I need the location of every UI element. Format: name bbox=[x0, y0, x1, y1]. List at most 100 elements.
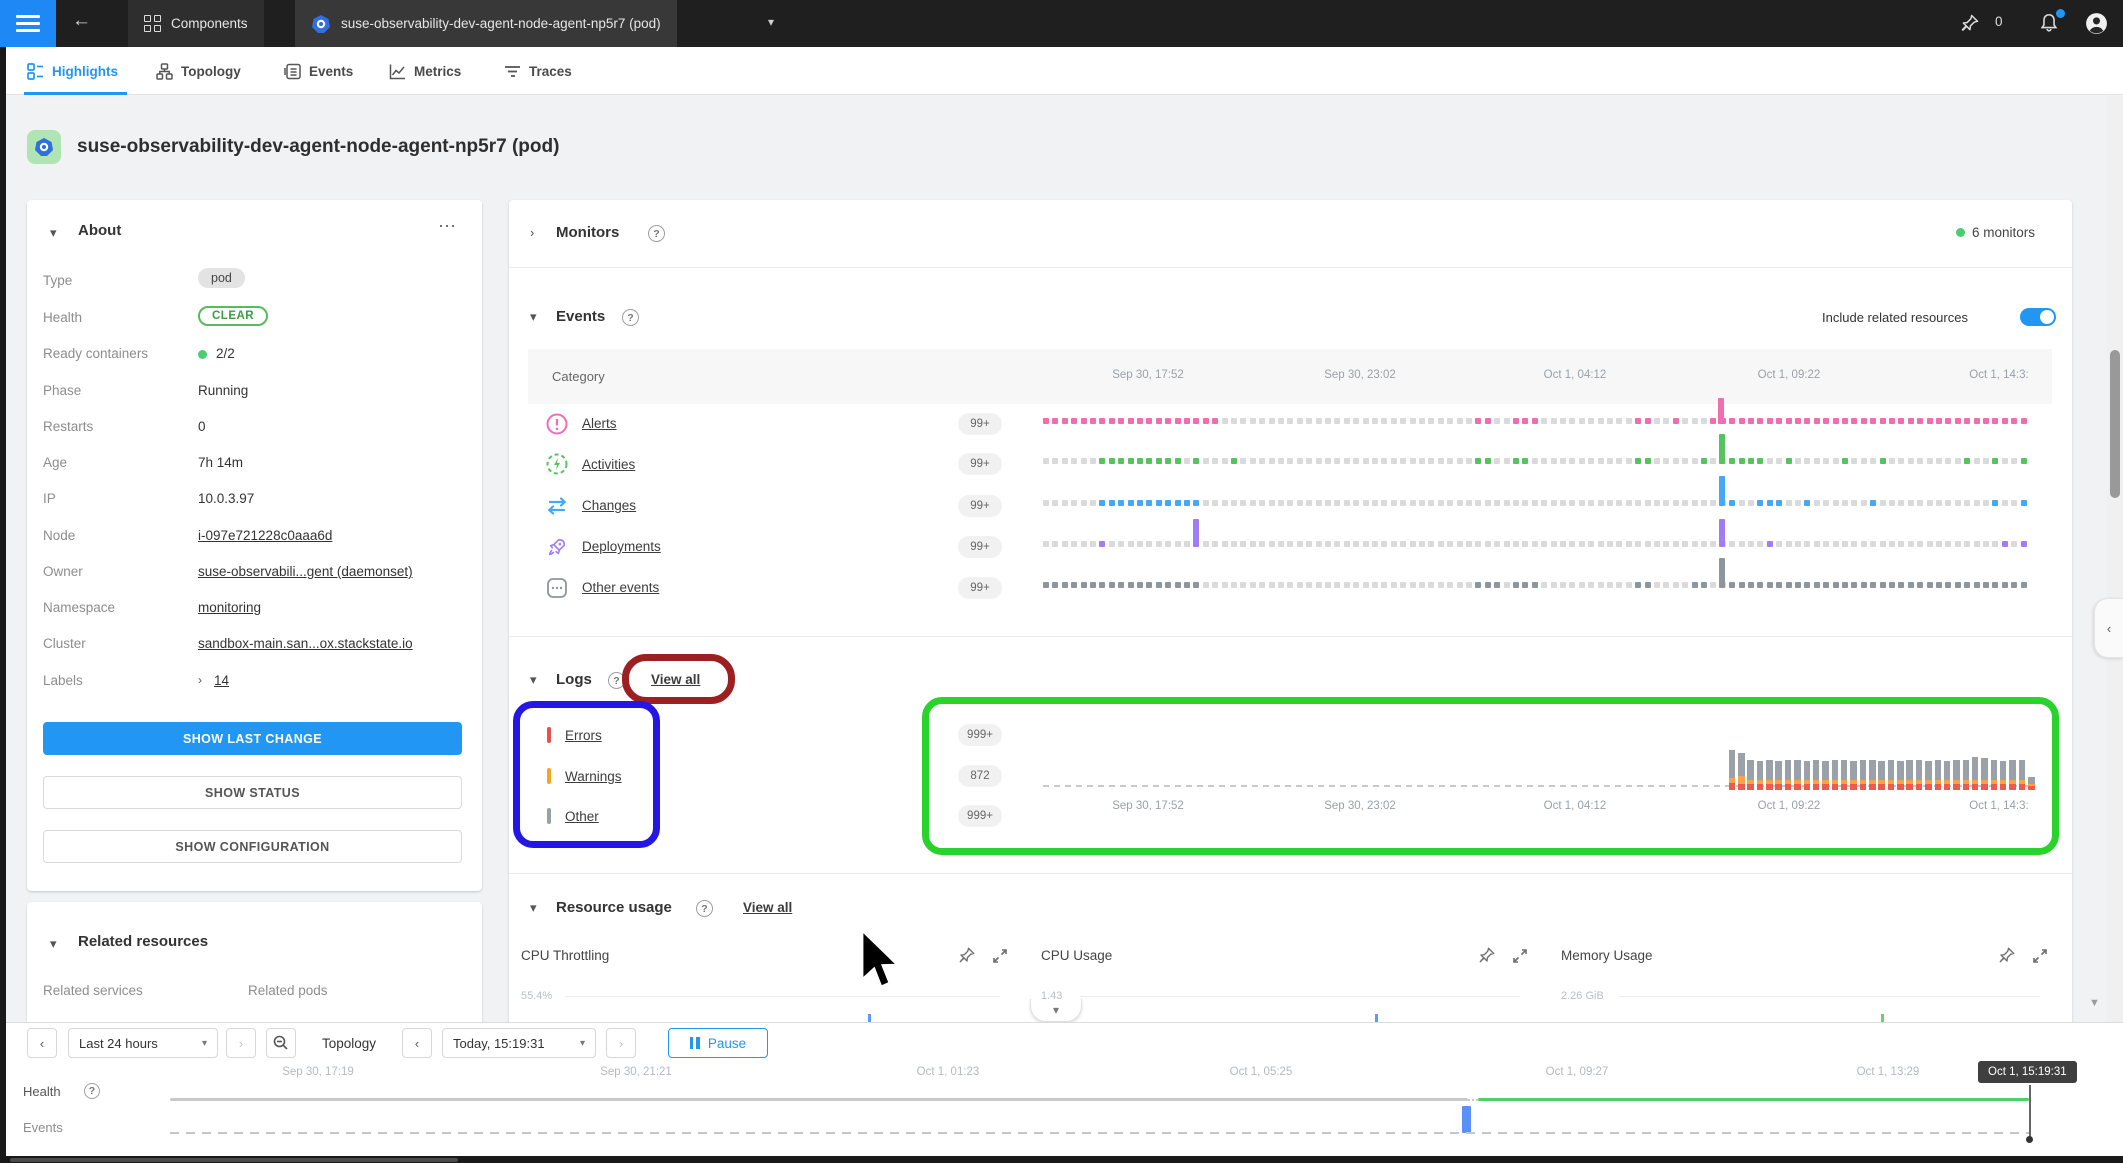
deployments-icon bbox=[546, 536, 568, 558]
show-configuration-button[interactable]: SHOW CONFIGURATION bbox=[43, 830, 462, 863]
monitors-expand-chevron-icon[interactable]: › bbox=[530, 225, 534, 240]
logs-chart[interactable] bbox=[1043, 742, 2031, 790]
changes-timeline[interactable] bbox=[1043, 480, 2031, 514]
horizontal-scrollbar-thumb[interactable] bbox=[10, 1158, 458, 1162]
cluster-link[interactable]: sandbox-main.san...ox.stackstate.io bbox=[198, 636, 413, 651]
cpu-usage-pin-icon[interactable] bbox=[1478, 946, 1496, 964]
divider bbox=[509, 267, 2072, 268]
tab-highlights[interactable]: Highlights bbox=[27, 47, 118, 95]
pin-icon[interactable] bbox=[1960, 13, 1980, 33]
resource-help-icon[interactable]: ? bbox=[696, 900, 713, 917]
node-link[interactable]: i-097e721228c0aaa6d bbox=[198, 528, 332, 543]
logs-other-link[interactable]: Other bbox=[565, 809, 599, 824]
related-collapse-chevron-icon[interactable]: ▾ bbox=[50, 936, 57, 952]
other-events-link[interactable]: Other events bbox=[582, 580, 659, 595]
memory-usage-series-start bbox=[1881, 1014, 1884, 1022]
resource-view-all-link[interactable]: View all bbox=[743, 900, 792, 915]
cpu-throttling-expand-icon[interactable] bbox=[992, 948, 1008, 964]
activities-timeline[interactable] bbox=[1043, 438, 2031, 472]
range-forward-button[interactable]: › bbox=[226, 1028, 256, 1058]
events-timeline-dashed[interactable] bbox=[170, 1132, 2030, 1134]
tab-events-label: Events bbox=[309, 64, 353, 79]
event-marker-bar[interactable] bbox=[1462, 1106, 1471, 1133]
events-help-icon[interactable]: ? bbox=[622, 309, 639, 326]
other-bar-icon bbox=[547, 808, 551, 824]
tab-metrics[interactable]: Metrics bbox=[389, 47, 461, 95]
include-related-toggle[interactable] bbox=[2020, 308, 2056, 326]
time-forward-button[interactable]: › bbox=[606, 1028, 636, 1058]
monitors-help-icon[interactable]: ? bbox=[648, 225, 665, 242]
axis-tick-label: Oct 1, 09:22 bbox=[1758, 800, 1821, 812]
memory-usage-expand-icon[interactable] bbox=[2032, 948, 2048, 964]
memory-usage-pin-icon[interactable] bbox=[1998, 946, 2016, 964]
other-events-timeline[interactable] bbox=[1043, 562, 2031, 596]
log-bar-error bbox=[1832, 784, 1839, 790]
timeline-cursor-line[interactable] bbox=[2029, 1085, 2031, 1140]
axis-tick-label: Sep 30, 17:52 bbox=[1112, 800, 1184, 812]
events-row-label: Events bbox=[23, 1120, 63, 1135]
cpu-throttling-series-start bbox=[868, 1014, 871, 1022]
pod-hexagon-icon bbox=[34, 137, 54, 157]
vertical-scrollbar-track[interactable] bbox=[2107, 95, 2123, 1022]
events-collapse-chevron-icon[interactable]: ▾ bbox=[530, 309, 537, 325]
side-panel-expand-tab[interactable]: ‹ bbox=[2094, 598, 2123, 658]
tab-traces[interactable]: Traces bbox=[504, 47, 572, 95]
user-avatar-icon[interactable] bbox=[2084, 11, 2109, 36]
deployments-timeline[interactable] bbox=[1043, 521, 2031, 555]
deployments-link[interactable]: Deployments bbox=[582, 539, 661, 554]
current-time-dropdown[interactable]: Today, 15:19:31▾ bbox=[442, 1028, 596, 1058]
health-row-label: Health bbox=[23, 1084, 61, 1099]
log-bar-error bbox=[1841, 784, 1848, 790]
alerts-link[interactable]: Alerts bbox=[582, 416, 617, 431]
tab-entity[interactable]: suse-observability-dev-agent-node-agent-… bbox=[295, 0, 677, 47]
cpu-throttling-title: CPU Throttling bbox=[521, 948, 609, 963]
cpu-usage-expand-icon[interactable] bbox=[1512, 948, 1528, 964]
namespace-link[interactable]: monitoring bbox=[198, 600, 261, 615]
changes-link[interactable]: Changes bbox=[582, 498, 636, 513]
about-collapse-chevron-icon[interactable]: ▾ bbox=[50, 225, 57, 241]
tab-topology[interactable]: Topology bbox=[156, 47, 241, 95]
health-timeline-gray[interactable] bbox=[170, 1098, 1468, 1101]
log-bar-error bbox=[1953, 784, 1960, 790]
vertical-scrollbar-thumb[interactable] bbox=[2110, 350, 2120, 498]
resource-collapse-chevron-icon[interactable]: ▾ bbox=[530, 900, 537, 916]
show-status-button[interactable]: SHOW STATUS bbox=[43, 776, 462, 809]
logs-view-all-link[interactable]: View all bbox=[651, 672, 700, 687]
owner-link[interactable]: suse-observabili...gent (daemonset) bbox=[198, 564, 413, 579]
about-more-options-button[interactable]: ⋯ bbox=[438, 216, 458, 237]
logs-errors-link[interactable]: Errors bbox=[565, 728, 602, 743]
logs-help-icon[interactable]: ? bbox=[608, 672, 625, 689]
timeline-collapse-handle[interactable]: ▾ bbox=[1030, 999, 1082, 1022]
tab-events[interactable]: Events bbox=[284, 47, 353, 95]
show-last-change-button[interactable]: SHOW LAST CHANGE bbox=[43, 722, 462, 755]
hamburger-menu-button[interactable] bbox=[0, 0, 56, 47]
log-bar-error bbox=[1935, 784, 1942, 790]
log-bar-error bbox=[1906, 784, 1913, 790]
log-bar-error bbox=[1897, 784, 1904, 790]
health-timeline-green[interactable] bbox=[1478, 1098, 2029, 1101]
labels-count-link[interactable]: 14 bbox=[214, 673, 229, 688]
about-label-owner: Owner bbox=[43, 564, 83, 579]
time-range-dropdown[interactable]: Last 24 hours▾ bbox=[68, 1028, 218, 1058]
tab-dropdown-chevron-icon[interactable]: ▾ bbox=[768, 15, 774, 29]
other-events-count-badge: 99+ bbox=[958, 577, 1002, 599]
log-bar-error bbox=[1925, 784, 1932, 790]
cpu-throttling-pin-icon[interactable] bbox=[958, 946, 976, 964]
activities-link[interactable]: Activities bbox=[582, 457, 635, 472]
health-help-icon[interactable]: ? bbox=[84, 1083, 100, 1099]
log-bar-warning bbox=[1738, 776, 1745, 784]
pause-button[interactable]: Pause bbox=[668, 1028, 768, 1058]
timebar-axis: Sep 30, 17:19Sep 30, 21:21Oct 1, 01:23Oc… bbox=[170, 1066, 2030, 1084]
time-back-button[interactable]: ‹ bbox=[402, 1028, 432, 1058]
about-label-type: Type bbox=[43, 273, 72, 288]
back-button[interactable]: ← bbox=[72, 10, 91, 32]
tab-components[interactable]: Components bbox=[128, 0, 264, 47]
range-back-button[interactable]: ‹ bbox=[27, 1028, 57, 1058]
zoom-out-button[interactable] bbox=[266, 1028, 296, 1058]
logs-warnings-link[interactable]: Warnings bbox=[565, 769, 622, 784]
alerts-timeline[interactable] bbox=[1043, 398, 2031, 432]
labels-expand-chevron-icon[interactable]: › bbox=[198, 673, 202, 687]
logs-collapse-chevron-icon[interactable]: ▾ bbox=[530, 672, 537, 688]
axis-tick-label: Oct 1, 04:12 bbox=[1544, 369, 1607, 381]
cpu-usage-series-start bbox=[1375, 1014, 1378, 1022]
